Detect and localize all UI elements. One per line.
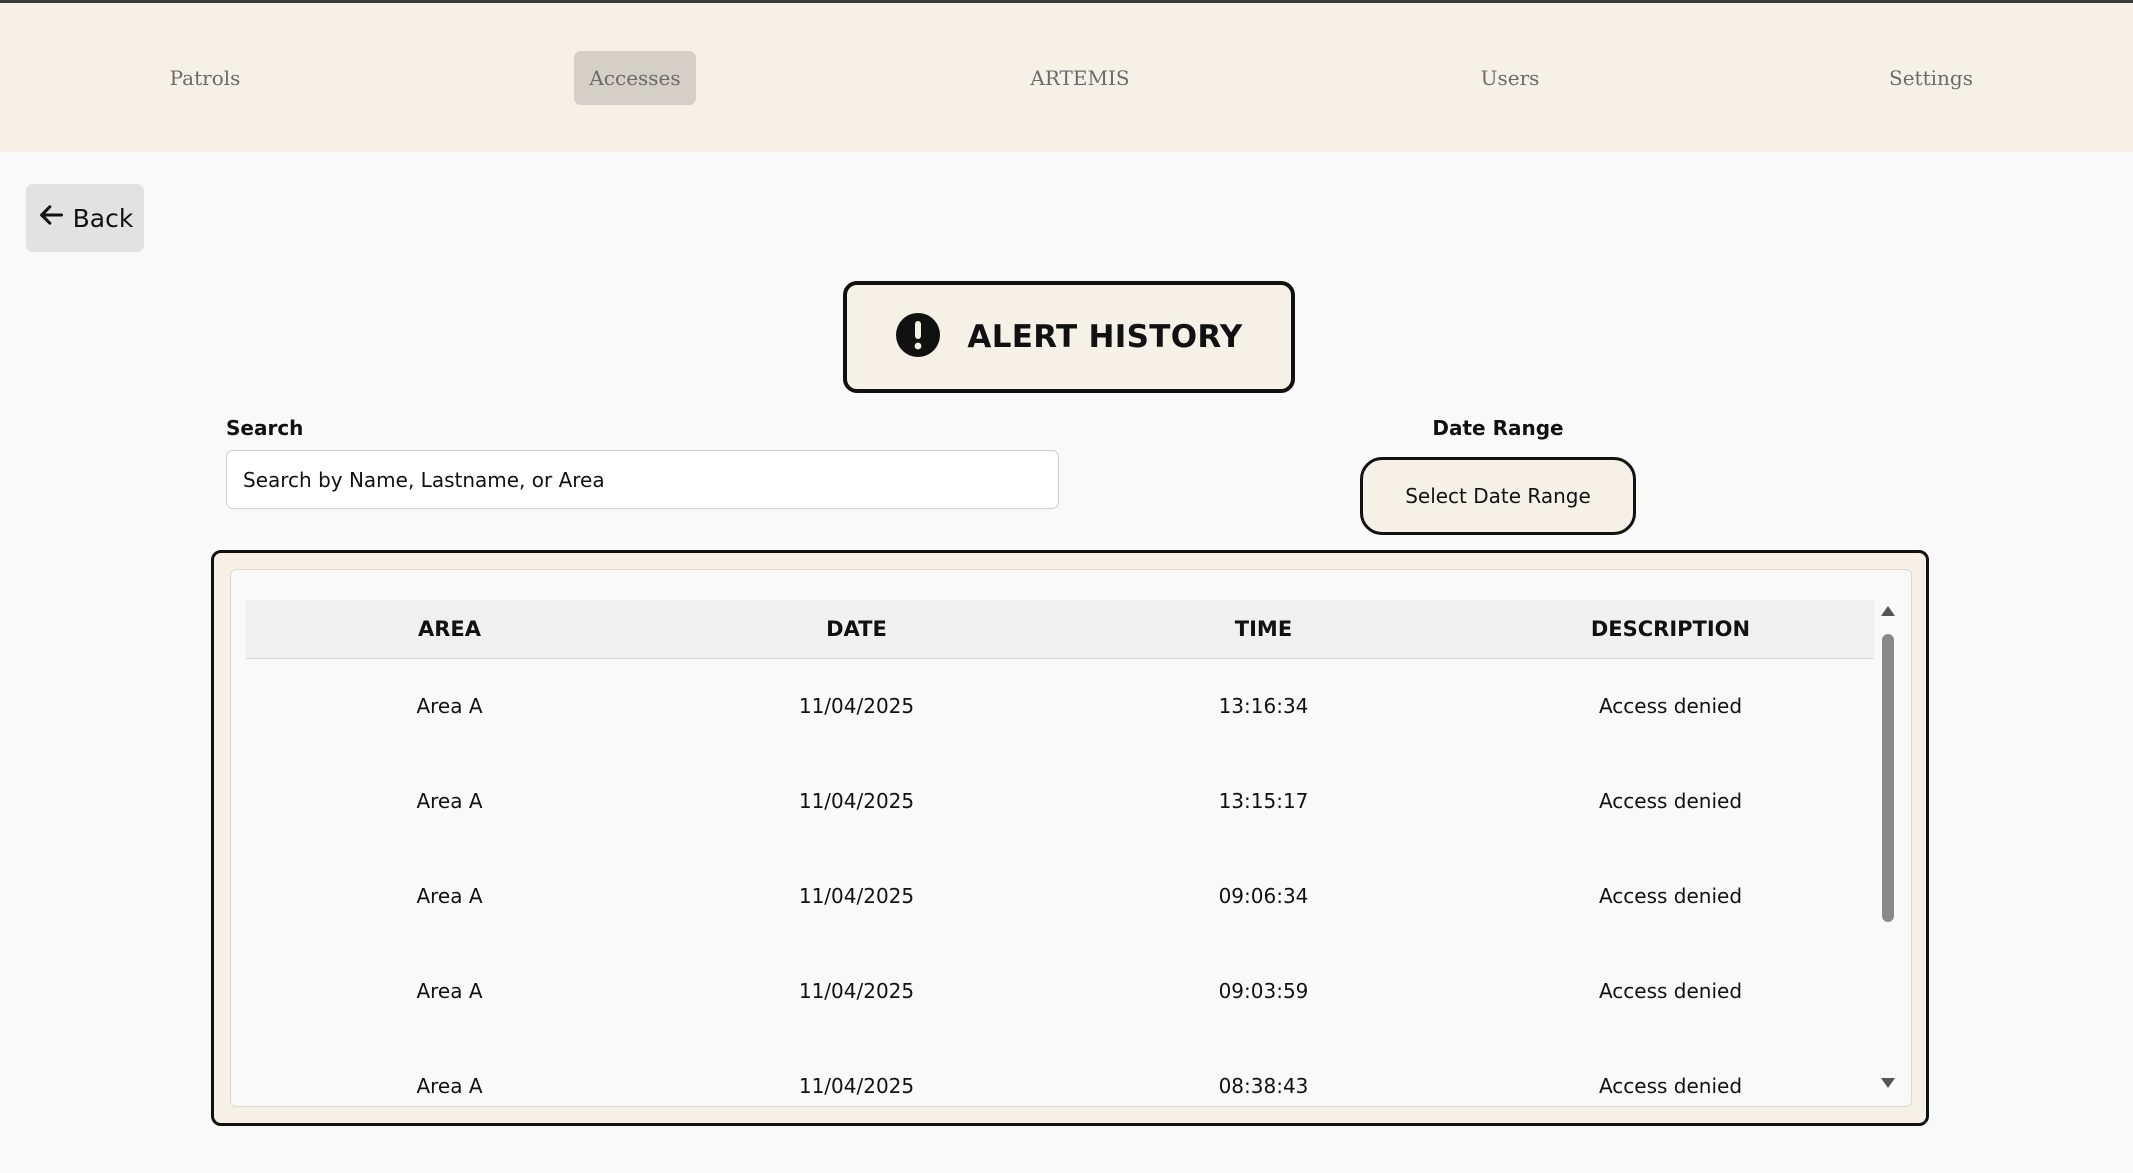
search-input[interactable]	[226, 450, 1059, 509]
table-header: AREA DATE TIME DESCRIPTION	[246, 600, 1874, 659]
cell-time: 08:38:43	[1218, 1074, 1309, 1098]
cell-date: 11/04/2025	[798, 884, 915, 908]
table-scrollbar[interactable]	[1879, 600, 1897, 1106]
alert-table[interactable]: AREA DATE TIME DESCRIPTION Area A 11/04/…	[246, 600, 1874, 1106]
back-button[interactable]: Back	[26, 184, 144, 252]
nav-item-accesses[interactable]: Accesses	[574, 51, 696, 105]
alert-table-container: AREA DATE TIME DESCRIPTION Area A 11/04/…	[230, 569, 1912, 1107]
table-row[interactable]: Area A 11/04/2025 13:15:17 Access denied	[246, 754, 1874, 850]
alert-table-panel: AREA DATE TIME DESCRIPTION Area A 11/04/…	[211, 550, 1929, 1126]
cell-date: 11/04/2025	[798, 1074, 915, 1098]
exclamation-circle-icon	[895, 312, 941, 362]
nav-item-patrols[interactable]: Patrols	[152, 51, 258, 105]
cell-time: 13:16:34	[1218, 694, 1309, 718]
top-navigation: Patrols Accesses ARTEMIS Users Settings	[0, 3, 2133, 152]
scroll-down-arrow-icon[interactable]	[1881, 1078, 1895, 1088]
cell-description: Access denied	[1598, 979, 1743, 1003]
table-row[interactable]: Area A 11/04/2025 13:16:34 Access denied	[246, 659, 1874, 755]
cell-date: 11/04/2025	[798, 979, 915, 1003]
back-button-label: Back	[72, 203, 134, 233]
column-header-date[interactable]: DATE	[653, 600, 1060, 658]
table-row[interactable]: Area A 11/04/2025 09:03:59 Access denied	[246, 944, 1874, 1040]
cell-date: 11/04/2025	[798, 789, 915, 813]
cell-area: Area A	[416, 884, 483, 908]
page-title: ALERT HISTORY	[967, 319, 1243, 355]
column-header-time[interactable]: TIME	[1060, 600, 1467, 658]
scrollbar-thumb[interactable]	[1882, 634, 1894, 922]
column-header-area[interactable]: AREA	[246, 600, 653, 658]
nav-item-artemis[interactable]: ARTEMIS	[1020, 51, 1140, 105]
column-header-description[interactable]: DESCRIPTION	[1467, 600, 1874, 658]
page-title-card: ALERT HISTORY	[843, 281, 1295, 393]
cell-time: 09:06:34	[1218, 884, 1309, 908]
cell-time: 09:03:59	[1218, 979, 1309, 1003]
nav-item-users[interactable]: Users	[1460, 51, 1560, 105]
cell-area: Area A	[416, 979, 483, 1003]
cell-area: Area A	[416, 789, 483, 813]
date-range-label: Date Range	[1432, 416, 1564, 440]
scroll-up-arrow-icon[interactable]	[1881, 606, 1895, 616]
nav-item-settings[interactable]: Settings	[1876, 51, 1986, 105]
arrow-left-icon	[37, 201, 65, 235]
cell-description: Access denied	[1598, 694, 1743, 718]
cell-description: Access denied	[1598, 789, 1743, 813]
cell-time: 13:15:17	[1218, 789, 1309, 813]
select-date-range-button[interactable]: Select Date Range	[1360, 457, 1636, 535]
cell-date: 11/04/2025	[798, 694, 915, 718]
cell-description: Access denied	[1598, 884, 1743, 908]
cell-description: Access denied	[1598, 1074, 1743, 1098]
table-row[interactable]: Area A 11/04/2025 08:38:43 Access denied	[246, 1039, 1874, 1106]
cell-area: Area A	[416, 694, 483, 718]
search-label: Search	[226, 416, 304, 440]
table-row[interactable]: Area A 11/04/2025 09:06:34 Access denied	[246, 849, 1874, 945]
cell-area: Area A	[416, 1074, 483, 1098]
